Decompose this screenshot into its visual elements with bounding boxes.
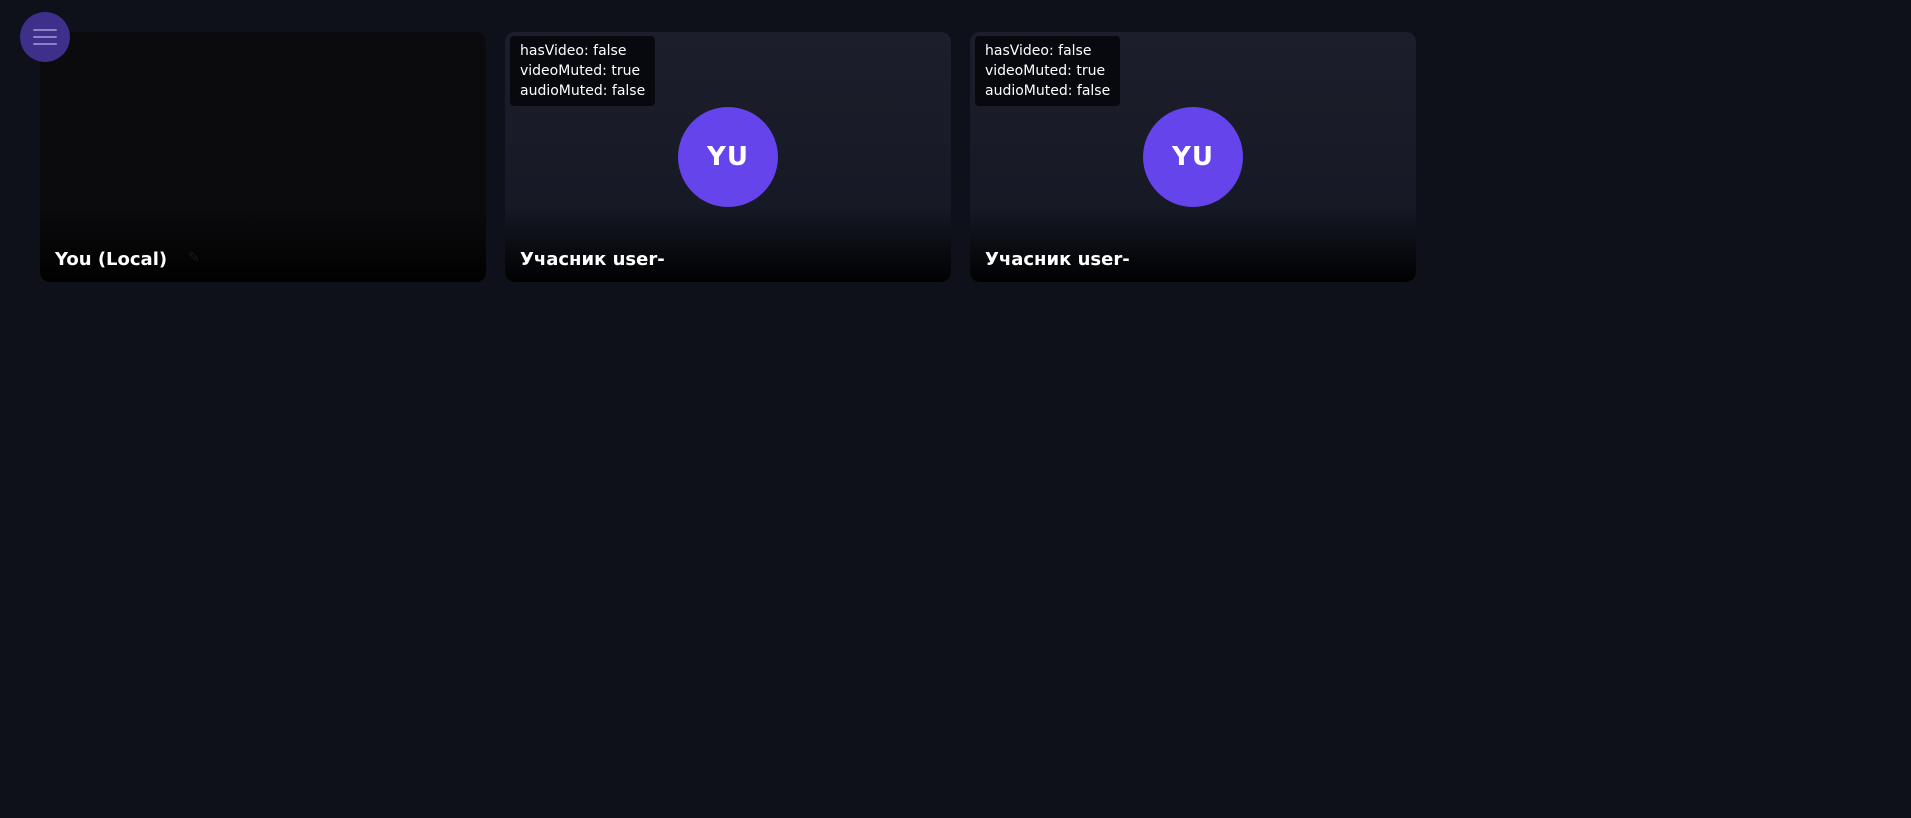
debug-info-panel: hasVideo: false videoMuted: true audioMu… <box>510 36 656 106</box>
avatar: YU <box>1143 107 1243 207</box>
participant-name: Учасник user- <box>520 249 665 270</box>
hamburger-menu-icon <box>33 29 57 31</box>
pencil-icon[interactable]: ✎ <box>188 250 200 266</box>
participant-tile-local[interactable]: You (Local) ✎ <box>40 32 486 282</box>
hamburger-menu-icon-bar <box>33 36 57 38</box>
tile-name-overlay <box>40 207 486 282</box>
tile-name-overlay <box>970 207 1416 282</box>
debug-has-video: hasVideo: false <box>985 43 1092 59</box>
debug-audio-muted: audioMuted: false <box>985 83 1111 99</box>
participant-tile-remote[interactable]: hasVideo: false videoMuted: true audioMu… <box>505 32 951 282</box>
debug-info-panel: hasVideo: false videoMuted: true audioMu… <box>975 36 1121 106</box>
tile-name-overlay <box>505 207 951 282</box>
debug-has-video: hasVideo: false <box>520 43 627 59</box>
menu-button[interactable] <box>20 12 70 62</box>
participant-name: You (Local) <box>55 249 168 270</box>
debug-video-muted: videoMuted: true <box>520 63 641 79</box>
participant-name: Учасник user- <box>985 249 1130 270</box>
debug-video-muted: videoMuted: true <box>985 63 1106 79</box>
avatar: YU <box>678 107 778 207</box>
hamburger-menu-icon-bar <box>33 43 57 45</box>
participant-tile-remote[interactable]: hasVideo: false videoMuted: true audioMu… <box>970 32 1416 282</box>
debug-audio-muted: audioMuted: false <box>520 83 646 99</box>
